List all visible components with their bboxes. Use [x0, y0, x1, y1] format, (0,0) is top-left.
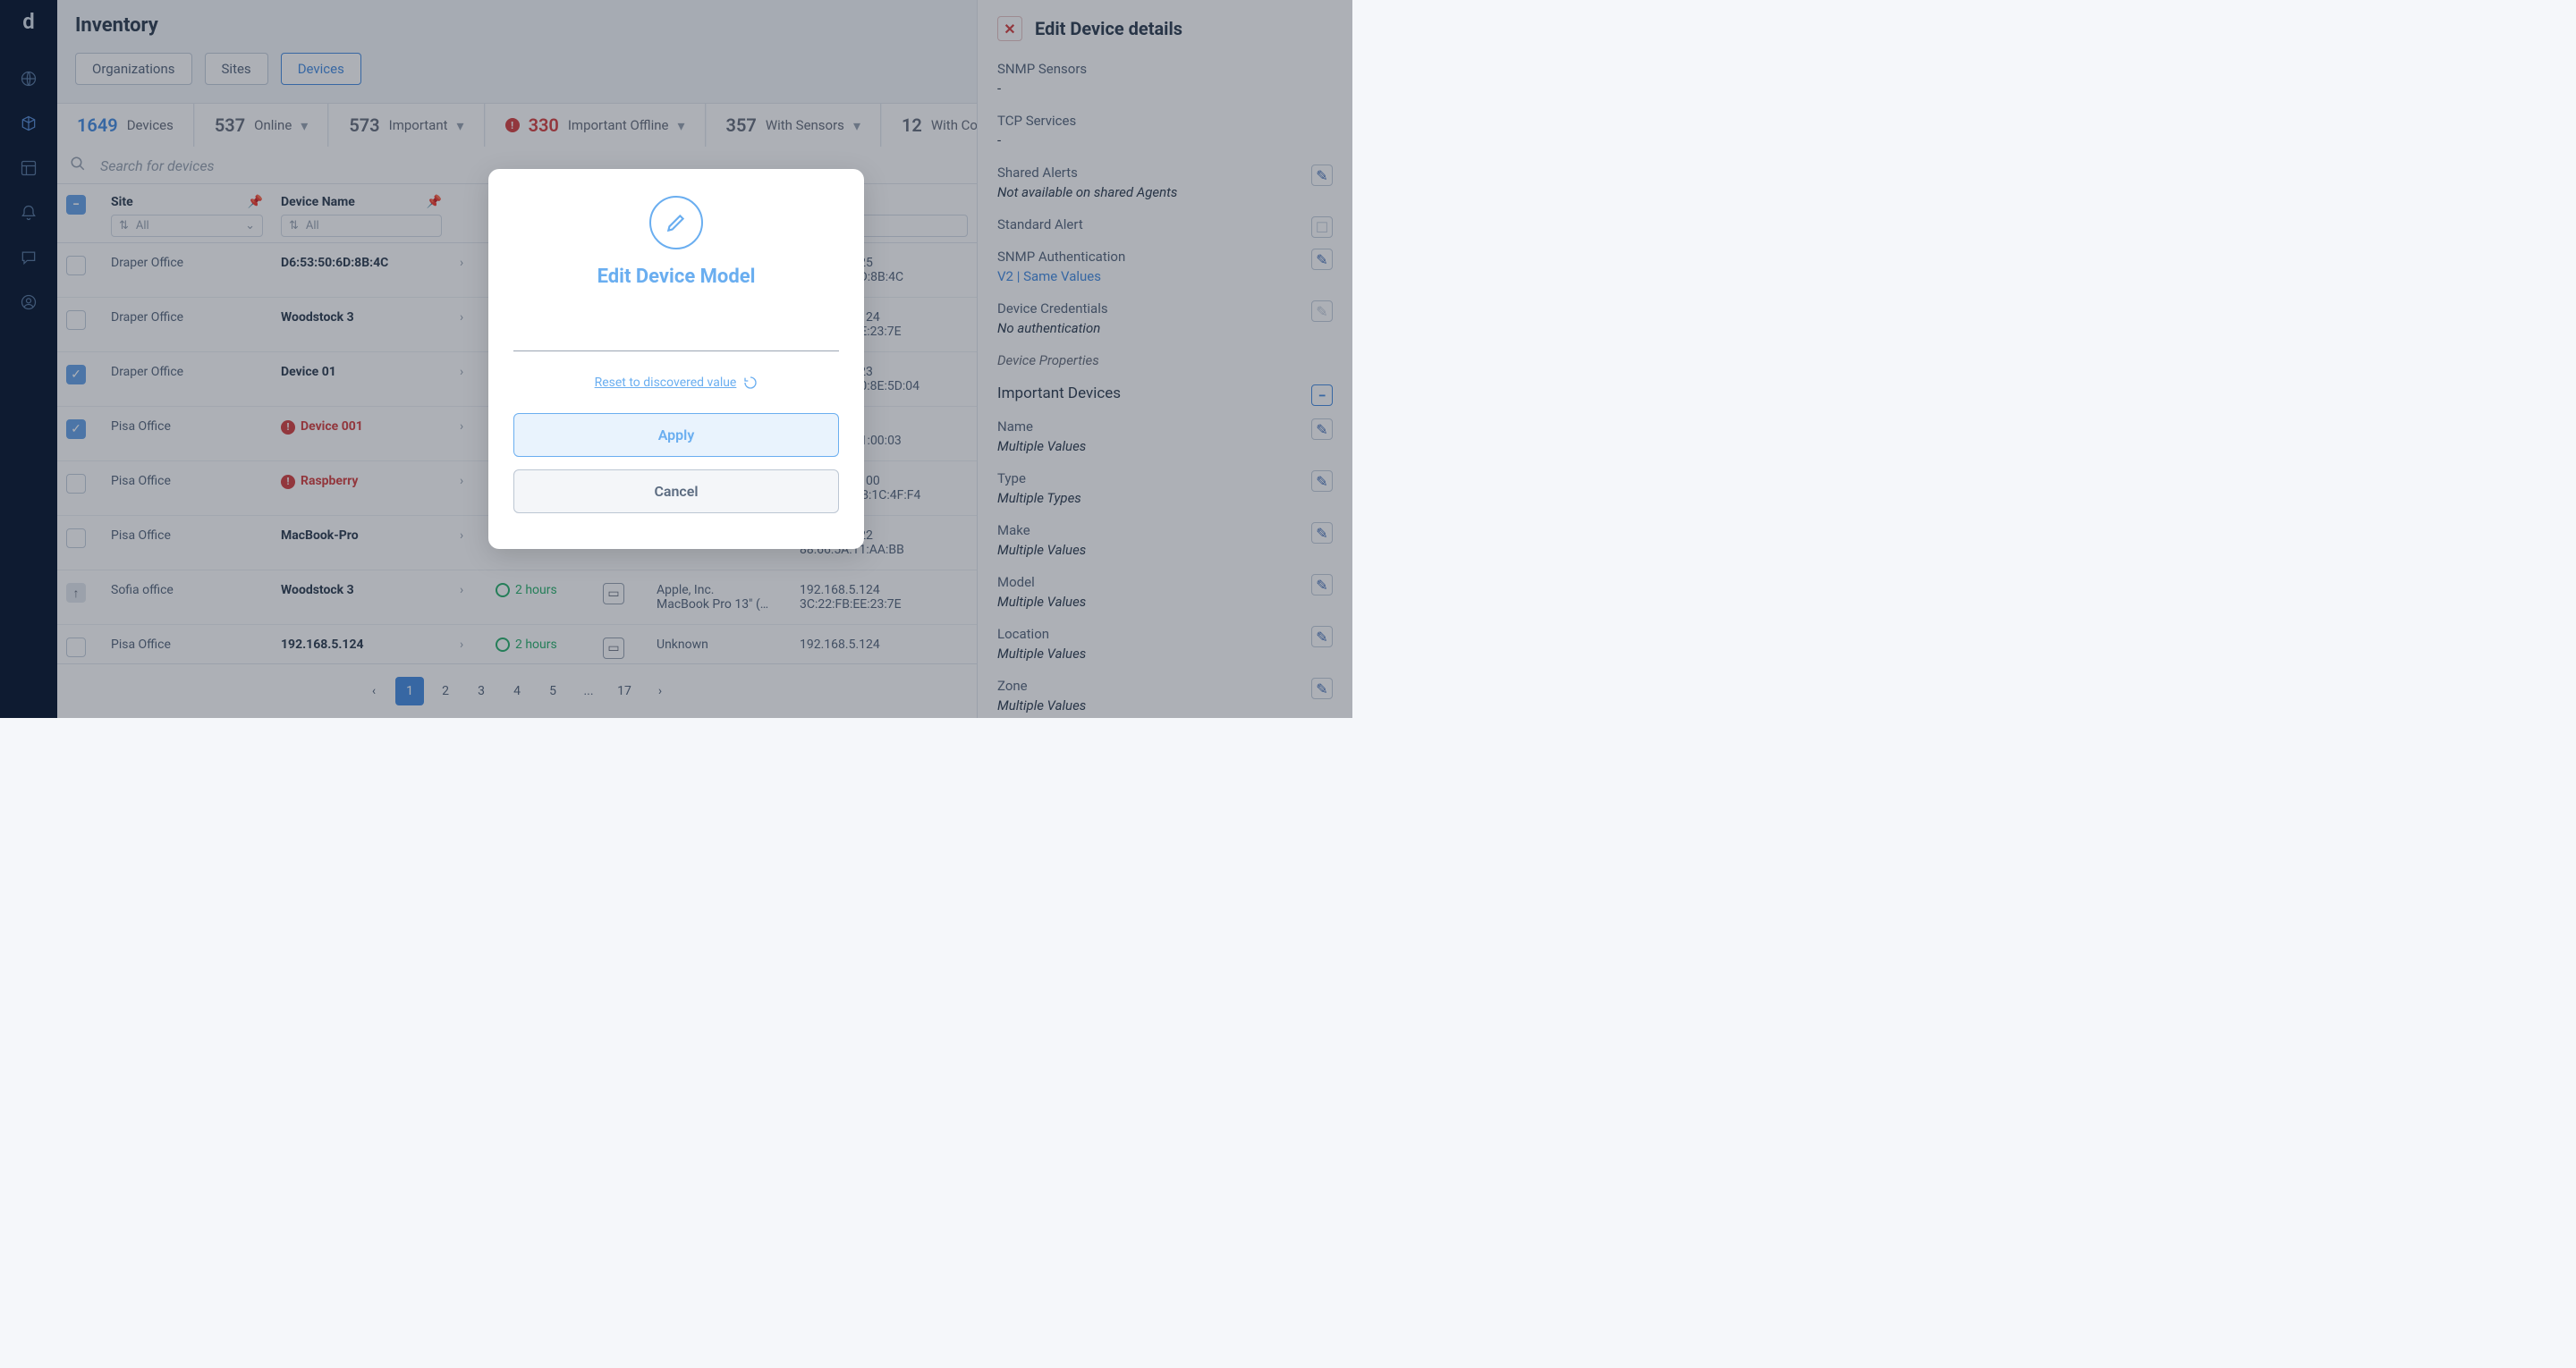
edit-device-model-modal: Edit Device Model Reset to discovered va…: [488, 169, 864, 549]
apply-button[interactable]: Apply: [513, 413, 839, 457]
reset-link-text: Reset to discovered value: [595, 376, 737, 390]
pencil-icon: [649, 196, 703, 249]
cancel-button[interactable]: Cancel: [513, 469, 839, 513]
model-input[interactable]: [513, 320, 839, 351]
reset-link[interactable]: Reset to discovered value: [595, 376, 758, 390]
modal-overlay[interactable]: Edit Device Model Reset to discovered va…: [0, 0, 1352, 718]
modal-title: Edit Device Model: [513, 266, 839, 288]
